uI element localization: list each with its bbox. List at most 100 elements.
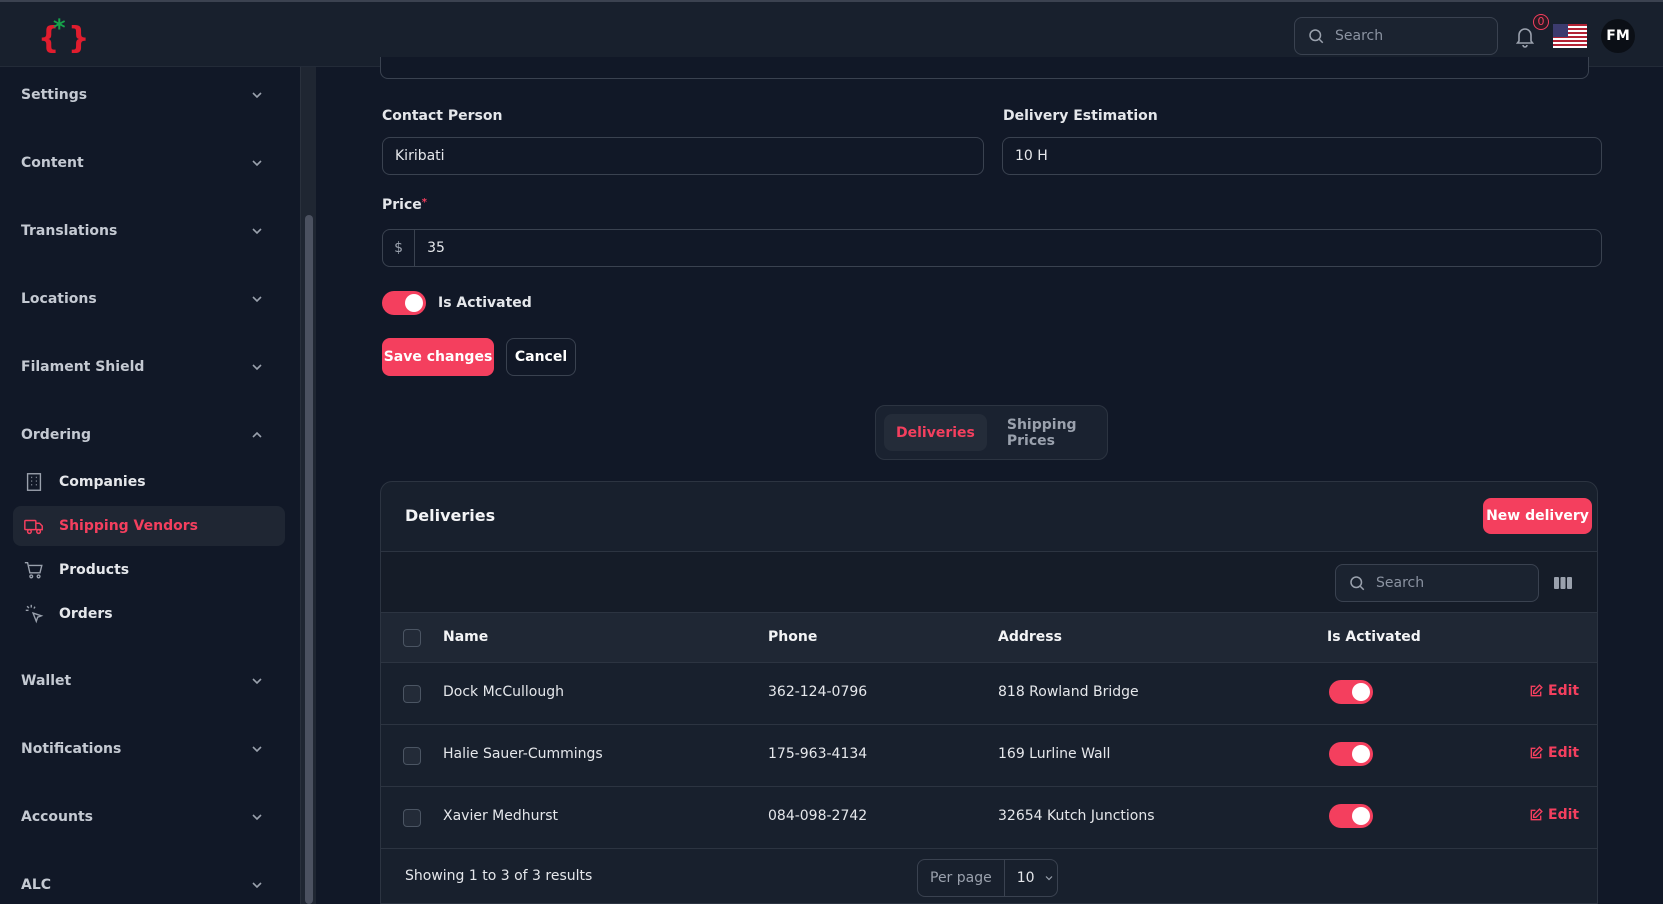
cell-name: Halie Sauer-Cummings [443,746,603,762]
price-label: Price* [382,197,427,213]
sidebar-group-ordering[interactable]: Ordering [0,417,300,453]
cell-address: 818 Rowland Bridge [998,684,1139,700]
contact-person-field[interactable] [382,137,984,175]
sidebar-group-label: Filament Shield [21,359,145,375]
sidebar-item-orders[interactable]: Orders [13,594,285,634]
sidebar: Settings Content Translations Locations … [0,67,300,904]
price-label-text: Price [382,197,422,213]
is-activated-label: Is Activated [438,295,532,311]
svg-text:*: * [53,16,66,42]
sidebar-group-settings[interactable]: Settings [0,77,300,113]
currency-prefix: $ [383,230,416,266]
price-input[interactable] [415,240,1601,256]
global-search[interactable] [1294,17,1498,55]
per-page-select[interactable]: Per page 10 [917,859,1058,897]
sidebar-group-locations[interactable]: Locations [0,281,300,317]
global-search-input[interactable] [1335,28,1485,44]
sidebar-group-label: Translations [21,223,118,239]
edit-button[interactable]: Edit [1529,683,1579,699]
price-field[interactable]: $ [382,229,1602,267]
sidebar-group-alc[interactable]: ALC [0,867,300,903]
sidebar-group-label: Locations [21,291,97,307]
row-checkbox[interactable] [403,809,421,827]
sidebar-item-label: Orders [59,606,113,622]
sidebar-group-wallet[interactable]: Wallet [0,663,300,699]
sidebar-group-translations[interactable]: Translations [0,213,300,249]
table-row[interactable]: Halie Sauer-Cummings 175-963-4134 169 Lu… [381,725,1597,787]
contact-person-input[interactable] [383,148,983,164]
toggle-knob [1352,807,1370,825]
chevron-down-icon [252,364,262,371]
edit-label: Edit [1548,745,1580,761]
sidebar-item-shipping-vendors[interactable]: Shipping Vendors [13,506,285,546]
edit-icon [1530,746,1543,759]
per-page-value[interactable]: 10 [1005,870,1055,886]
chevron-down-icon [252,882,262,889]
bell-icon[interactable] [1513,24,1537,48]
chevron-down-icon [252,296,262,303]
is-activated-toggle[interactable] [382,291,426,315]
edit-button[interactable]: Edit [1529,807,1579,823]
sidebar-item-label: Shipping Vendors [59,518,198,534]
row-checkbox[interactable] [403,747,421,765]
search-icon [1350,576,1365,591]
table-row[interactable]: Dock McCullough 362-124-0796 818 Rowland… [381,663,1597,725]
sidebar-group-accounts[interactable]: Accounts [0,799,300,835]
select-all-checkbox[interactable] [403,629,421,647]
delivery-estimation-input[interactable] [1003,148,1601,164]
chevron-down-icon [252,814,262,821]
truck-icon [24,519,43,535]
table-search-input[interactable] [1376,575,1526,591]
row-activated-toggle[interactable] [1329,804,1373,828]
cursor-click-icon [25,604,44,624]
table-header: Deliveries New delivery [381,482,1597,552]
cell-name: Xavier Medhurst [443,808,559,824]
table-title: Deliveries [405,506,496,525]
us-flag-icon[interactable] [1553,24,1587,48]
main-content: Contact Person Delivery Estimation Price… [316,57,1663,904]
column-header-name[interactable]: Name [443,629,488,645]
required-marker: * [421,197,427,208]
chevron-down-icon [252,746,262,753]
new-delivery-button[interactable]: New delivery [1483,498,1592,534]
row-activated-toggle[interactable] [1329,742,1373,766]
sidebar-group-label: Wallet [21,673,72,689]
sidebar-scrollbar[interactable] [300,67,316,904]
row-checkbox[interactable] [403,685,421,703]
sidebar-group-filament-shield[interactable]: Filament Shield [0,349,300,385]
cancel-button[interactable]: Cancel [506,338,576,376]
tab-deliveries[interactable]: Deliveries [884,414,987,451]
sidebar-group-label: Notifications [21,741,122,757]
chevron-down-icon [252,678,262,685]
tab-shipping-prices[interactable]: Shipping Prices [995,414,1099,451]
table-search[interactable] [1335,564,1539,602]
building-icon [26,473,42,491]
user-avatar[interactable]: FM [1601,19,1635,53]
cart-icon [24,561,43,579]
sidebar-group-label: Ordering [21,427,92,443]
sidebar-group-content[interactable]: Content [0,145,300,181]
sidebar-item-companies[interactable]: Companies [13,462,285,502]
description-textarea[interactable] [380,57,1589,79]
cell-address: 32654 Kutch Junctions [998,808,1155,824]
app-logo[interactable]: { } * [38,16,86,56]
column-header-address[interactable]: Address [998,629,1062,645]
notification-badge: 0 [1533,14,1549,30]
delivery-estimation-field[interactable] [1002,137,1602,175]
sidebar-item-products[interactable]: Products [13,550,285,590]
table-row[interactable]: Xavier Medhurst 084-098-2742 32654 Kutch… [381,787,1597,849]
row-activated-toggle[interactable] [1329,680,1373,704]
chevron-down-icon [252,228,262,235]
cell-address: 169 Lurline Wall [998,746,1111,762]
sidebar-group-notifications[interactable]: Notifications [0,731,300,767]
chevron-down-icon [1045,876,1052,881]
is-activated-row: Is Activated [382,291,532,315]
scrollbar-thumb[interactable] [305,215,313,904]
edit-button[interactable]: Edit [1529,745,1579,761]
save-changes-button[interactable]: Save changes [382,338,494,376]
column-header-phone[interactable]: Phone [768,629,817,645]
chevron-down-icon [252,160,262,167]
sidebar-group-label: Accounts [21,809,94,825]
column-header-is-activated[interactable]: Is Activated [1327,629,1421,645]
columns-icon[interactable] [1553,574,1573,592]
